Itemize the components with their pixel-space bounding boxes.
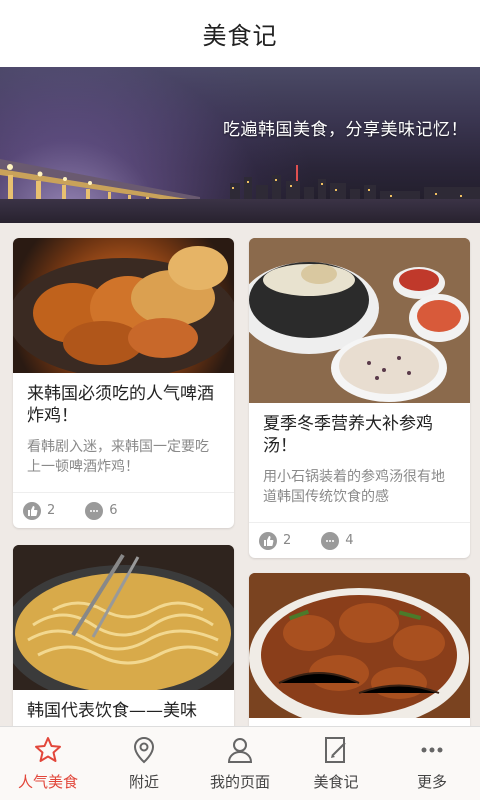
tab-label: 更多 bbox=[416, 773, 447, 791]
tab-label: 美食记 bbox=[313, 773, 359, 791]
card-stats: 2 6 bbox=[13, 492, 234, 528]
food-card[interactable] bbox=[249, 573, 470, 726]
bottom-tab-bar: 人气美食 附近 我的页面 美食记 更多 bbox=[0, 726, 480, 800]
tab-label: 人气美食 bbox=[17, 773, 78, 791]
note-edit-icon bbox=[325, 737, 346, 763]
tab-food-diary[interactable]: 美食记 bbox=[288, 727, 384, 800]
thumbs-up-icon bbox=[259, 531, 277, 550]
tab-my-page[interactable]: 我的页面 bbox=[192, 727, 288, 800]
tab-nearby[interactable]: 附近 bbox=[96, 727, 192, 800]
food-card[interactable]: 夏季冬季营养大补参鸡汤！ 用小石锅装着的参鸡汤很有地道韩国传统饮食的感 2 4 bbox=[249, 238, 470, 558]
banner-slogan: 吃遍韩国美食，分享美味记忆！ bbox=[223, 120, 468, 140]
card-title: 韩国代表饮食——美味 bbox=[27, 701, 197, 721]
location-pin-icon bbox=[133, 736, 155, 764]
food-card[interactable]: 来韩国必须吃的人气啤酒炸鸡！ 看韩剧入迷，来韩国一定要吃上一顿啤酒炸鸡！ 2 6 bbox=[13, 238, 234, 528]
banner-river bbox=[0, 199, 480, 223]
tab-popular-food[interactable]: 人气美食 bbox=[0, 727, 96, 800]
page-title: 美食记 bbox=[202, 22, 278, 50]
comment-icon bbox=[85, 501, 104, 520]
more-dots-icon bbox=[421, 747, 443, 753]
like-stat[interactable]: 2 bbox=[23, 501, 56, 520]
fried-chicken-photo bbox=[13, 238, 234, 373]
comment-count: 6 bbox=[109, 503, 118, 518]
app-header: 美食记 bbox=[0, 0, 480, 67]
card-title: 来韩国必须吃的人气啤酒炸鸡！ bbox=[27, 384, 214, 426]
card-stats: 2 4 bbox=[249, 522, 470, 558]
comment-icon bbox=[321, 531, 340, 550]
comment-stat[interactable]: 6 bbox=[85, 501, 118, 520]
tab-label: 我的页面 bbox=[209, 773, 270, 791]
like-count: 2 bbox=[47, 503, 56, 518]
like-stat[interactable]: 2 bbox=[259, 531, 292, 550]
hero-banner[interactable]: 吃遍韩国美食，分享美味记忆！ bbox=[0, 67, 480, 223]
food-card[interactable]: 韩国代表饮食——美味 bbox=[13, 545, 234, 726]
budae-jjigae-photo bbox=[13, 545, 234, 690]
tab-label: 附近 bbox=[128, 773, 159, 791]
jjimdak-photo bbox=[249, 573, 470, 718]
ginseng-chicken-soup-photo bbox=[249, 238, 470, 403]
comment-stat[interactable]: 4 bbox=[321, 531, 354, 550]
card-description: 看韩剧入迷，来韩国一定要吃上一顿啤酒炸鸡！ bbox=[27, 439, 209, 475]
card-description: 用小石锅装着的参鸡汤很有地道韩国传统饮食的感 bbox=[263, 469, 445, 505]
food-feed[interactable]: 来韩国必须吃的人气啤酒炸鸡！ 看韩剧入迷，来韩国一定要吃上一顿啤酒炸鸡！ 2 6 bbox=[0, 223, 480, 726]
card-title: 夏季冬季营养大补参鸡汤！ bbox=[263, 414, 433, 456]
thumbs-up-icon bbox=[23, 501, 41, 520]
like-count: 2 bbox=[283, 533, 292, 548]
tab-more[interactable]: 更多 bbox=[384, 727, 480, 800]
star-icon bbox=[35, 737, 61, 762]
user-icon bbox=[227, 738, 253, 763]
comment-count: 4 bbox=[345, 533, 354, 548]
